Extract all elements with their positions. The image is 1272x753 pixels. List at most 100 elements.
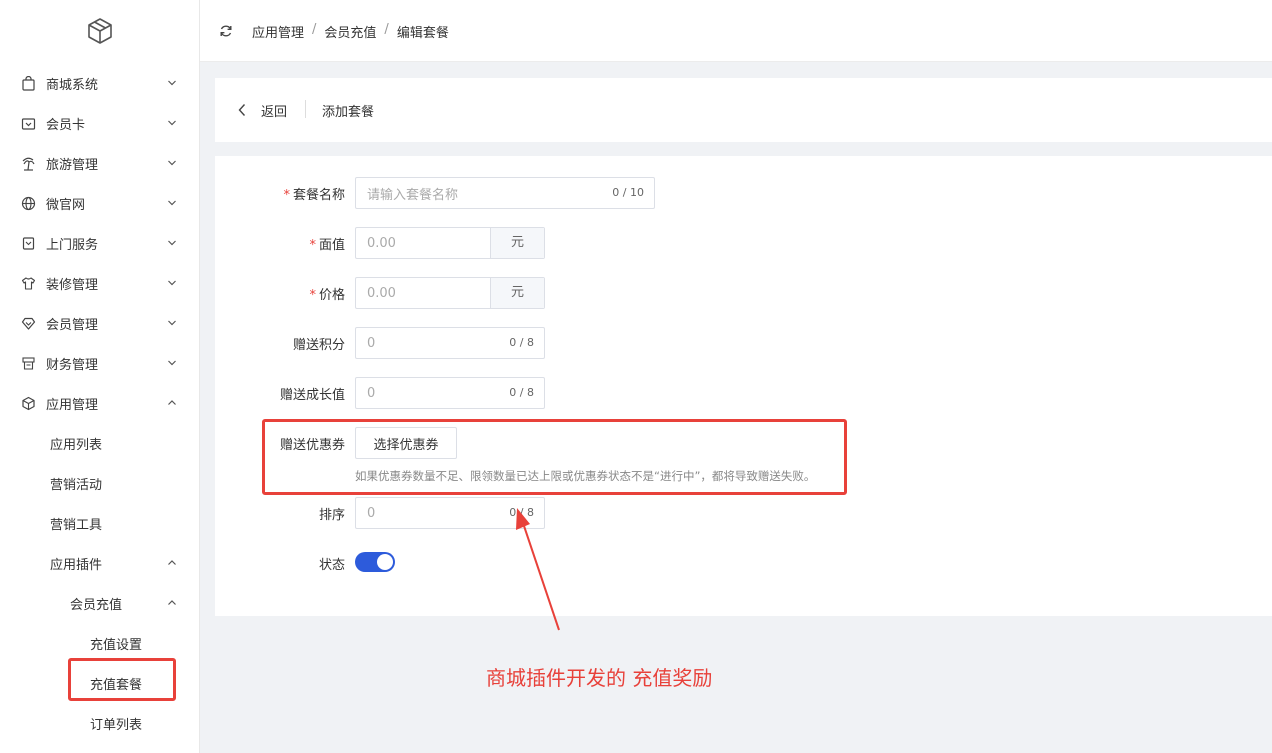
face-value-placeholder: 0.00 — [367, 235, 396, 251]
required-mark: * — [309, 288, 316, 303]
status-toggle[interactable] — [355, 552, 395, 572]
breadcrumb: 应用管理 / 会员充值 / 编辑套餐 — [252, 22, 449, 41]
annotation-highlight-box — [68, 658, 176, 701]
package-name-label: * 套餐名称 — [215, 184, 345, 203]
chevron-down-icon — [168, 120, 176, 126]
chevron-down-icon — [168, 160, 176, 166]
unit-suffix: 元 — [490, 228, 544, 258]
sidebar-item-label: 应用管理 — [46, 397, 99, 413]
sidebar-item-decoration[interactable]: 装修管理 — [0, 263, 199, 303]
sidebar-item-member-management[interactable]: 会员管理 — [0, 303, 199, 343]
sidebar-item-label: 营销工具 — [50, 517, 103, 533]
sidebar-item-member-card[interactable]: 会员卡 — [0, 103, 199, 143]
package-name-placeholder: 请输入套餐名称 — [367, 187, 459, 203]
bag-icon — [22, 76, 35, 91]
sidebar-item-app-plugins[interactable]: 应用插件 — [0, 543, 199, 583]
page-header-card: 返回 添加套餐 — [215, 78, 1272, 142]
cube-icon[interactable] — [86, 17, 114, 45]
sort-label: 排序 — [318, 508, 345, 523]
chevron-down-icon — [168, 360, 176, 366]
chevron-down-icon — [168, 200, 176, 206]
sidebar-item-label: 应用列表 — [50, 437, 103, 453]
price-placeholder: 0.00 — [367, 285, 396, 301]
chevron-down-icon — [168, 280, 176, 286]
sidebar-item-recharge-settings[interactable]: 充值设置 — [0, 623, 199, 663]
sidebar: 商城系统 会员卡 旅游管理 微官网 上门服务 装修管理 会员管理 财务管理 应用 — [0, 0, 200, 753]
chevron-down-icon — [168, 240, 176, 246]
face-value-input[interactable]: 0.00 元 — [355, 227, 545, 259]
bonus-points-placeholder: 0 — [367, 335, 376, 351]
card-icon — [21, 118, 36, 130]
sidebar-item-app-management[interactable]: 应用管理 — [0, 383, 199, 423]
sidebar-item-finance[interactable]: 财务管理 — [0, 343, 199, 383]
sidebar-item-label: 订单列表 — [90, 717, 143, 733]
sidebar-item-label: 营销活动 — [50, 477, 103, 493]
toggle-knob — [377, 554, 393, 570]
required-mark: * — [309, 238, 316, 253]
sidebar-item-travel[interactable]: 旅游管理 — [0, 143, 199, 183]
shirt-icon — [21, 277, 36, 290]
sidebar-item-label: 会员管理 — [46, 317, 99, 333]
sidebar-item-micro-site[interactable]: 微官网 — [0, 183, 199, 223]
chevron-down-icon — [168, 80, 176, 86]
breadcrumb-item[interactable]: 应用管理 — [252, 22, 304, 41]
price-input[interactable]: 0.00 元 — [355, 277, 545, 309]
top-header: 应用管理 / 会员充值 / 编辑套餐 — [200, 0, 1272, 62]
sidebar-item-label: 旅游管理 — [46, 157, 99, 173]
sidebar-item-label: 微官网 — [46, 197, 86, 213]
sidebar-item-label: 财务管理 — [46, 357, 99, 373]
breadcrumb-item[interactable]: 会员充值 — [324, 22, 376, 41]
sidebar-item-label: 充值设置 — [90, 637, 143, 653]
diamond-icon — [21, 317, 36, 330]
chevron-left-icon[interactable] — [237, 103, 247, 117]
face-value-label: * 面值 — [215, 234, 345, 253]
sort-placeholder: 0 — [367, 505, 376, 521]
sidebar-item-home-service[interactable]: 上门服务 — [0, 223, 199, 263]
sidebar-item-marketing-tools[interactable]: 营销工具 — [0, 503, 199, 543]
sidebar-item-app-list[interactable]: 应用列表 — [0, 423, 199, 463]
form-card: * 套餐名称 请输入套餐名称 0 / 10 * 面值 0.00 元 * 价格 0.00… — [215, 156, 1272, 616]
sidebar-item-order-list[interactable]: 订单列表 — [0, 703, 199, 743]
back-button[interactable]: 返回 — [261, 101, 287, 120]
refresh-icon[interactable] — [219, 24, 233, 38]
chevron-down-icon — [168, 320, 176, 326]
breadcrumb-item: 编辑套餐 — [396, 26, 449, 41]
bonus-points-label: 赠送积分 — [292, 338, 345, 353]
sidebar-item-mall-system[interactable]: 商城系统 — [0, 63, 199, 103]
chevron-up-icon — [168, 400, 176, 405]
bonus-growth-placeholder: 0 — [367, 385, 376, 401]
bonus-growth-label: 赠送成长值 — [279, 388, 345, 403]
register-icon — [22, 357, 35, 370]
required-mark: * — [283, 188, 290, 203]
breadcrumb-separator: / — [312, 22, 317, 37]
page-title: 添加套餐 — [322, 105, 375, 120]
book-icon — [22, 237, 35, 250]
bonus-growth-input[interactable]: 0 0 / 8 — [355, 377, 545, 409]
annotation-text: 商城插件开发的 充值奖励 — [486, 666, 713, 690]
sidebar-item-label: 会员卡 — [46, 117, 86, 133]
status-label: 状态 — [318, 558, 345, 573]
char-counter: 0 / 8 — [509, 386, 534, 399]
label-text: 套餐名称 — [292, 188, 345, 203]
chevron-up-icon — [168, 600, 176, 605]
sort-input[interactable]: 0 0 / 8 — [355, 497, 545, 529]
sidebar-item-label: 上门服务 — [46, 237, 99, 253]
char-counter: 0 / 8 — [509, 336, 534, 349]
label-text: 面值 — [318, 238, 345, 253]
palm-icon — [22, 157, 35, 171]
sidebar-item-member-recharge[interactable]: 会员充值 — [0, 583, 199, 623]
unit-suffix: 元 — [490, 278, 544, 308]
package-name-input[interactable]: 请输入套餐名称 0 / 10 — [355, 177, 655, 209]
sidebar-item-label: 应用插件 — [50, 557, 103, 573]
sidebar-item-label: 商城系统 — [46, 77, 99, 93]
box-icon — [22, 396, 35, 411]
globe-icon — [21, 196, 36, 211]
bonus-points-input[interactable]: 0 0 / 8 — [355, 327, 545, 359]
label-text: 价格 — [318, 288, 345, 303]
char-counter: 0 / 10 — [612, 186, 644, 199]
sidebar-item-label: 会员充值 — [70, 597, 123, 613]
price-label: * 价格 — [215, 284, 345, 303]
char-counter: 0 / 8 — [509, 506, 534, 519]
sidebar-item-marketing-activity[interactable]: 营销活动 — [0, 463, 199, 503]
divider — [305, 100, 306, 118]
